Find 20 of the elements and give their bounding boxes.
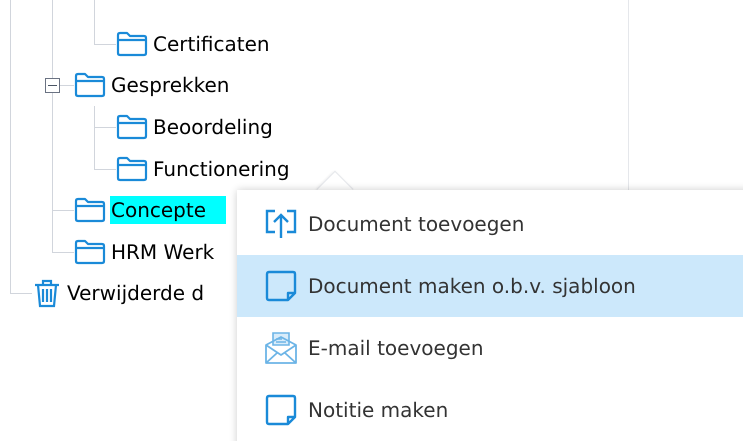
folder-icon: [74, 238, 106, 265]
folder-icon: [74, 197, 106, 224]
tree-item[interactable]: Verwijderde d: [66, 279, 206, 308]
tree-item[interactable]: Functionering: [152, 154, 291, 183]
note-icon: [264, 393, 298, 427]
tree-item[interactable]: HRM Werk: [110, 238, 216, 266]
folder-icon: [116, 156, 148, 182]
email-icon: [264, 331, 298, 365]
folder-icon: [116, 30, 148, 57]
menu-item[interactable]: Document maken o.b.v. sjabloon: [237, 255, 743, 317]
upload-icon: [264, 207, 298, 241]
tree-item[interactable]: Gesprekken: [110, 71, 230, 100]
tree-item[interactable]: Certificaten: [152, 30, 271, 58]
tree-item[interactable]: Concepte: [110, 196, 226, 224]
folder-icon: [116, 114, 148, 140]
tree-item[interactable]: Beoordeling: [152, 112, 274, 141]
trash-icon: [32, 278, 62, 308]
folder-icon: [74, 72, 106, 98]
note-icon: [264, 269, 298, 303]
collapse-toggle[interactable]: [45, 78, 60, 93]
